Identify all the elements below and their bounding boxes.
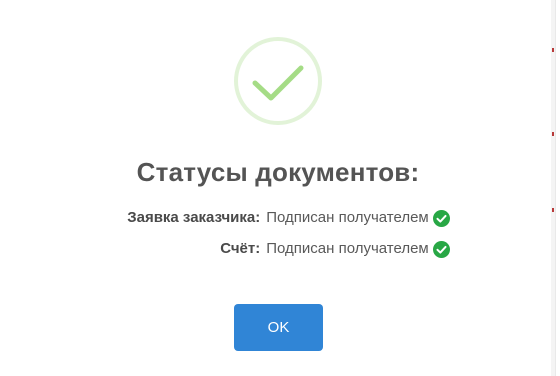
status-dialog: Статусы документов: Заявка заказчика: По… — [0, 0, 556, 376]
status-value: Подписан получателем — [266, 209, 429, 226]
status-row-application: Заявка заказчика: Подписан получателем — [0, 208, 556, 228]
dialog-title: Статусы документов: — [136, 157, 420, 187]
window-edge — [551, 0, 555, 376]
check-circle-icon — [432, 240, 450, 258]
success-check-icon — [234, 37, 322, 125]
check-circle-icon — [432, 209, 450, 227]
ok-button[interactable]: OK — [234, 304, 323, 351]
edge-mark — [552, 48, 554, 52]
status-label: Заявка заказчика: — [127, 209, 261, 226]
status-value: Подписан получателем — [266, 240, 429, 257]
edge-mark — [552, 132, 554, 136]
status-row-invoice: Счёт: Подписан получателем — [0, 239, 556, 259]
status-label: Счёт: — [220, 240, 261, 257]
